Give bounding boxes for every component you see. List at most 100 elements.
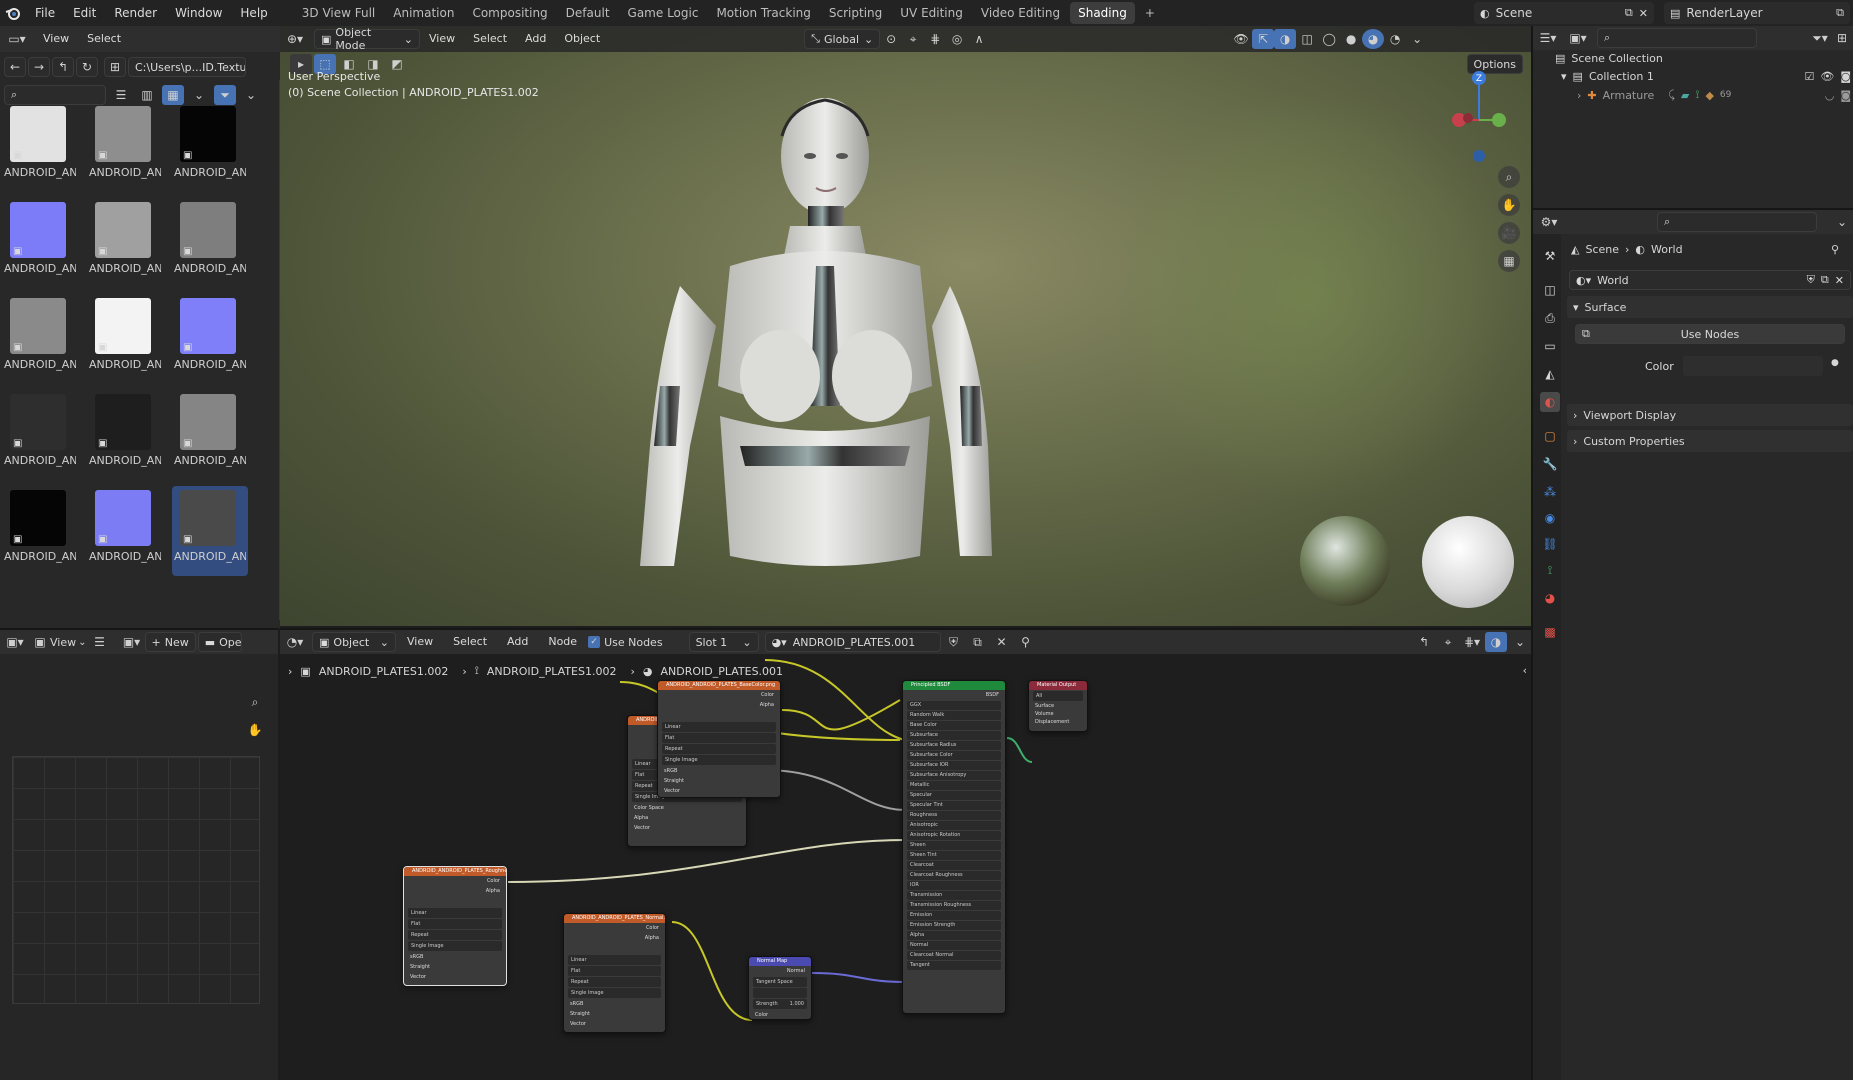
thumbnail-item[interactable]: ▣ ANDROID_AN... xyxy=(87,294,163,384)
bsdf-input-row[interactable]: Random Walk xyxy=(907,711,1001,720)
bsdf-input-row[interactable]: Sheen Tint xyxy=(907,851,1001,860)
bsdf-input-row[interactable]: Subsurface xyxy=(907,731,1001,740)
modifier-tab-icon[interactable]: 🔧 xyxy=(1540,454,1560,474)
tab-scripting[interactable]: Scripting xyxy=(821,2,890,24)
node-image-basecolor[interactable]: ANDROID_ANDROID_PLATES_BaseColor.png Col… xyxy=(657,680,781,798)
bsdf-input-row[interactable]: Anisotropic Rotation xyxy=(907,831,1001,840)
texture-tab-icon[interactable]: ▩ xyxy=(1540,622,1560,642)
tangent-space-dropdown[interactable]: Tangent Space xyxy=(753,977,807,987)
thumbnail-item[interactable]: ▣ ANDROID_AN... xyxy=(2,198,78,288)
transform-orientation-dropdown[interactable]: ⤡ Global ⌄ xyxy=(804,29,881,49)
view-mode-icon[interactable]: ▣ xyxy=(32,632,48,652)
bsdf-input-row[interactable]: Specular Tint xyxy=(907,801,1001,810)
menu-render[interactable]: Render xyxy=(105,0,166,26)
refresh-icon[interactable]: ↻ xyxy=(76,57,98,77)
xray-icon[interactable]: ◫ xyxy=(1296,29,1318,49)
editor-type-icon[interactable]: ☰▾ xyxy=(1533,28,1563,48)
image-row-projection[interactable]: Flat xyxy=(662,733,776,743)
image-row-source[interactable]: Single Image xyxy=(408,941,502,951)
viewport-display-panel-header[interactable]: › Viewport Display xyxy=(1567,404,1853,426)
alpha-value[interactable]: Straight xyxy=(564,1009,665,1019)
thumbnail-item[interactable]: ▣ ANDROID_AN... xyxy=(87,198,163,288)
copy-icon[interactable]: ⧉ xyxy=(1836,6,1844,20)
image-row-source[interactable]: Single Image xyxy=(568,988,661,998)
viewport-menu-select[interactable]: Select xyxy=(464,26,516,52)
wireframe-shading-icon[interactable]: ◯ xyxy=(1318,29,1340,49)
image-row-extension[interactable]: Repeat xyxy=(408,930,502,940)
perspective-grid-icon[interactable]: ▦ xyxy=(1498,250,1520,272)
image-row-extension[interactable]: Repeat xyxy=(662,744,776,754)
outliner-row-scene[interactable]: ▤ Scene Collection xyxy=(1555,52,1663,65)
outliner-row-armature[interactable]: › ✚ Armature ⤹ ▰ ⟟ ◆ 69 ◡ ◙ xyxy=(1577,88,1851,102)
thumbnail-item[interactable]: ▣ ANDROID_AN... xyxy=(87,102,163,192)
alpha-value[interactable]: Straight xyxy=(658,776,780,786)
tool-tab-icon[interactable]: ⚒ xyxy=(1540,246,1560,266)
bsdf-input-row[interactable]: Roughness xyxy=(907,811,1001,820)
bsdf-input-row[interactable]: Normal xyxy=(907,941,1001,950)
falloff-icon[interactable]: ∧ xyxy=(968,29,990,49)
editor-type-icon[interactable]: ⚙▾ xyxy=(1533,212,1565,232)
breadcrumb-world[interactable]: World xyxy=(1651,243,1683,256)
editor-type-icon[interactable]: ▣▾ xyxy=(0,632,30,652)
new-collection-icon[interactable]: ⊞ xyxy=(1831,28,1853,48)
custom-properties-panel-header[interactable]: › Custom Properties xyxy=(1567,430,1853,452)
thumbnail-item[interactable]: ▣ ANDROID_AN... xyxy=(2,486,78,576)
tab-animation[interactable]: Animation xyxy=(385,2,462,24)
copy-icon[interactable]: ⧉ xyxy=(1821,273,1829,287)
view-layer-tab-icon[interactable]: ▭ xyxy=(1540,336,1560,356)
file-menu-view[interactable]: View xyxy=(34,26,78,52)
tab-default[interactable]: Default xyxy=(558,2,618,24)
pan-hand-icon[interactable]: ✋ xyxy=(1498,194,1520,216)
blender-logo-icon[interactable] xyxy=(0,3,26,23)
add-workspace-button[interactable]: + xyxy=(1137,2,1163,24)
thumbnail-item[interactable]: ▣ ANDROID_AN... xyxy=(172,294,248,384)
camera-icon[interactable]: ◙ xyxy=(1840,89,1851,102)
chevron-down-icon[interactable]: ⌄ xyxy=(1831,212,1853,232)
camera-icon[interactable]: ◙ xyxy=(1840,70,1851,83)
color-space-value[interactable]: sRGB xyxy=(404,952,506,962)
viewport-menu-view[interactable]: View xyxy=(420,26,464,52)
bsdf-input-row[interactable]: Transmission xyxy=(907,891,1001,900)
object-tab-icon[interactable]: ▢ xyxy=(1540,426,1560,446)
thumbnail-item[interactable]: ▣ ANDROID_AN... xyxy=(87,486,163,576)
zoom-icon[interactable]: ⌕ xyxy=(244,692,266,712)
material-tab-icon[interactable]: ◕ xyxy=(1540,588,1560,608)
disclosure-icon[interactable]: ▾ xyxy=(1561,70,1567,83)
image-row-interpolation[interactable]: Linear xyxy=(662,722,776,732)
bsdf-input-row[interactable]: Subsurface Color xyxy=(907,751,1001,760)
node-editor-panel[interactable]: ◔▾ ▣ Object ⌄ View Select Add Node ✓ Use… xyxy=(280,628,1531,1080)
material-preview-icon[interactable]: ◕ xyxy=(1362,29,1385,49)
copy-icon[interactable]: ⧉ xyxy=(1625,6,1633,20)
bsdf-input-row[interactable]: Base Color xyxy=(907,721,1001,730)
shading-dropdown-icon[interactable]: ⌄ xyxy=(1406,29,1428,49)
thumbnail-item[interactable]: ▣ ANDROID_AN... xyxy=(2,294,78,384)
close-icon[interactable]: ✕ xyxy=(1639,7,1648,20)
menu-help[interactable]: Help xyxy=(231,0,276,26)
zoom-icon[interactable]: ⌕ xyxy=(1498,166,1520,188)
file-menu-select[interactable]: Select xyxy=(78,26,130,52)
properties-search-input[interactable]: ⌕ xyxy=(1657,212,1817,232)
bsdf-input-row[interactable]: Subsurface Anisotropy xyxy=(907,771,1001,780)
rendered-shading-icon[interactable]: ◔ xyxy=(1384,29,1406,49)
viewport-3d[interactable]: ⊕▾ ▣ Object Mode ⌄ View Select Add Objec… xyxy=(280,26,1531,626)
pin-icon[interactable]: ⚲ xyxy=(1831,243,1839,256)
surface-panel-header[interactable]: ▾ Surface xyxy=(1567,296,1853,318)
tab-uv-editing[interactable]: UV Editing xyxy=(892,2,971,24)
strength-field[interactable]: Strength 1.000 xyxy=(753,999,807,1009)
tab-motion-tracking[interactable]: Motion Tracking xyxy=(708,2,818,24)
bsdf-input-row[interactable]: Metallic xyxy=(907,781,1001,790)
color-space-value[interactable]: sRGB xyxy=(564,999,665,1009)
parent-dir-icon[interactable]: ↰ xyxy=(52,57,74,77)
tab-game-logic[interactable]: Game Logic xyxy=(620,2,707,24)
editor-type-icon[interactable]: ⊕▾ xyxy=(280,29,310,49)
bsdf-input-row[interactable]: Subsurface IOR xyxy=(907,761,1001,770)
pivot-icon[interactable]: ⊙ xyxy=(880,29,902,49)
disclosure-icon[interactable]: › xyxy=(1577,89,1581,102)
image-row-source[interactable]: Single Image xyxy=(662,755,776,765)
uv-grid[interactable] xyxy=(12,756,260,1004)
physics-tab-icon[interactable]: ◉ xyxy=(1540,508,1560,528)
image-row-extension[interactable]: Repeat xyxy=(568,977,661,987)
pan-hand-icon[interactable]: ✋ xyxy=(244,720,266,740)
viewport-menu-object[interactable]: Object xyxy=(555,26,609,52)
display-mode-icon[interactable]: ▣▾ xyxy=(1563,28,1593,48)
